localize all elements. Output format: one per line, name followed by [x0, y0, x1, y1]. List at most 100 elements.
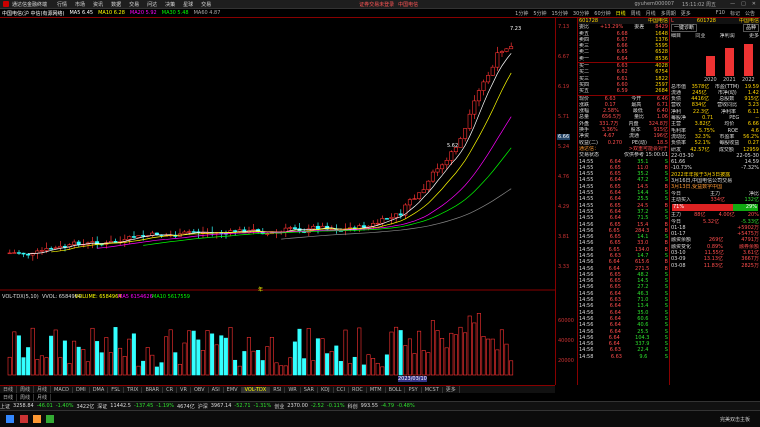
volume-bar — [348, 363, 353, 376]
menu-item[interactable]: 市场 — [75, 1, 85, 8]
tab-16[interactable]: WR — [285, 386, 301, 393]
candle — [237, 229, 242, 232]
menu-item[interactable]: 交易 — [129, 1, 139, 8]
kline-chart[interactable]: VOL-TDX(5,10) VVOL: 6584964 VOLUME: 6584… — [0, 18, 555, 385]
bottom-tab[interactable]: 周线 — [17, 393, 35, 401]
status-cell[interactable]: 沪深 — [198, 403, 208, 410]
period-month[interactable]: 月线 — [646, 10, 656, 17]
status-cell: -46.01 — [36, 403, 53, 409]
tab-13[interactable]: EMV — [224, 386, 242, 393]
status-cell[interactable]: 深证 — [97, 403, 107, 410]
menu-item[interactable]: 资讯 — [93, 1, 103, 8]
start-icon[interactable] — [6, 415, 14, 423]
volume-bar — [269, 337, 274, 376]
candle — [154, 232, 159, 236]
volume-bar — [366, 354, 371, 376]
order-book-panel: 601728 中国电信 委比 +13.29% 委差 8429 卖五 6.68 164… — [577, 18, 669, 385]
tab-15[interactable]: RSI — [270, 386, 286, 393]
volume-bar — [297, 328, 302, 376]
tab-2[interactable]: 月线 — [34, 386, 52, 393]
volume-bar — [191, 330, 196, 376]
candle — [315, 225, 320, 230]
candle — [288, 227, 293, 229]
tab-17[interactable]: SAR — [301, 386, 318, 393]
period-15m[interactable]: 15分钟 — [552, 10, 568, 17]
variety-button[interactable]: 品种 — [742, 24, 759, 33]
candle — [509, 46, 514, 50]
period-1m[interactable]: 1分钟 — [515, 10, 528, 17]
stock-label: 中国电信(沪 中信(有源网络) — [2, 10, 65, 17]
tab-25[interactable]: 更多 — [443, 386, 460, 393]
tab-8[interactable]: BRAR — [142, 386, 164, 393]
tab-11[interactable]: OBV — [191, 386, 209, 393]
menu-item[interactable]: 数据 — [111, 1, 121, 8]
mark-button[interactable]: 标记 — [730, 10, 740, 17]
candle — [430, 171, 435, 182]
volume-bar — [177, 363, 182, 376]
candle — [389, 216, 394, 219]
tab-1[interactable]: 周线 — [17, 386, 35, 393]
status-cell[interactable]: 创业 — [274, 403, 284, 410]
period-week[interactable]: 周线 — [631, 10, 641, 17]
tab-24[interactable]: MCST — [422, 386, 443, 393]
status-cell: -1.19% — [156, 403, 174, 409]
tab-4[interactable]: DMI — [73, 386, 90, 393]
period-30m[interactable]: 30分钟 — [573, 10, 589, 17]
diagnose-button[interactable]: 一键诊断 — [671, 24, 698, 33]
tab-21[interactable]: MTM — [367, 386, 386, 393]
f10-button[interactable]: F10 — [716, 10, 725, 16]
volume-bar — [210, 333, 215, 376]
candle — [90, 241, 95, 244]
tab-5[interactable]: DMA — [90, 386, 109, 393]
kline-svg[interactable] — [0, 18, 555, 385]
taskbar-app-icon[interactable] — [20, 415, 28, 423]
tab-10[interactable]: VR — [177, 386, 191, 393]
bottom-tab[interactable]: 月线 — [34, 393, 52, 401]
period-more[interactable]: 更多 — [681, 10, 691, 17]
volume-bar — [384, 354, 389, 376]
menu-item[interactable]: 交易 — [201, 1, 211, 8]
tab-12[interactable]: ASI — [209, 386, 224, 393]
volume-bar — [104, 337, 109, 376]
volume-bar — [26, 347, 31, 376]
tab-19[interactable]: CCI — [334, 386, 350, 393]
period-multi[interactable]: 多周期 — [661, 10, 676, 17]
tab-9[interactable]: CR — [163, 386, 178, 393]
volume-bar — [21, 357, 26, 376]
candle — [398, 213, 403, 216]
volume-bar — [168, 329, 173, 376]
period-60m[interactable]: 60分钟 — [594, 10, 610, 17]
notice-button[interactable]: 公告 — [745, 10, 755, 17]
candle — [495, 52, 500, 68]
status-cell[interactable]: 上证 — [0, 403, 10, 410]
taskbar-app-icon[interactable] — [46, 415, 54, 423]
status-cell[interactable]: 科创 — [348, 403, 358, 410]
tab-0[interactable]: 日线 — [0, 386, 18, 393]
close-icon[interactable]: ✕ — [752, 1, 756, 7]
tab-20[interactable]: ROC — [349, 386, 367, 393]
volume-bar — [472, 322, 477, 376]
menu-item[interactable]: 行情 — [57, 1, 67, 8]
tab-18[interactable]: KDJ — [318, 386, 334, 393]
period-5m[interactable]: 5分钟 — [533, 10, 546, 17]
minimize-icon[interactable]: — — [730, 1, 735, 7]
taskbar-app-icon[interactable] — [33, 415, 41, 423]
tab-23[interactable]: PSY — [405, 386, 422, 393]
tick-list[interactable]: 14:55 6.64 35.1 S 14:55 6.65 11.0 B 14:55 6.65 35.… — [578, 159, 669, 361]
menu-item[interactable]: 决策 — [165, 1, 175, 8]
tab-14[interactable]: VOL-TDX — [241, 386, 271, 393]
maximize-icon[interactable]: □ — [741, 1, 746, 7]
menu-item[interactable]: 问达 — [147, 1, 157, 8]
book-volume: 2684 — [655, 88, 668, 95]
volume-bar — [173, 352, 178, 376]
period-day[interactable]: 日线 — [616, 10, 626, 17]
tab-22[interactable]: BOLL — [386, 386, 406, 393]
tab-3[interactable]: MACD — [51, 386, 74, 393]
login-status[interactable]: 证券交易未登录 — [359, 1, 394, 8]
volume-bar — [12, 331, 17, 376]
tab-7[interactable]: TRIX — [124, 386, 143, 393]
volume-bar — [343, 329, 348, 376]
tab-6[interactable]: FSL — [108, 386, 125, 393]
menu-item[interactable]: 星球 — [183, 1, 193, 8]
bottom-tab[interactable]: 日线 — [0, 393, 18, 401]
